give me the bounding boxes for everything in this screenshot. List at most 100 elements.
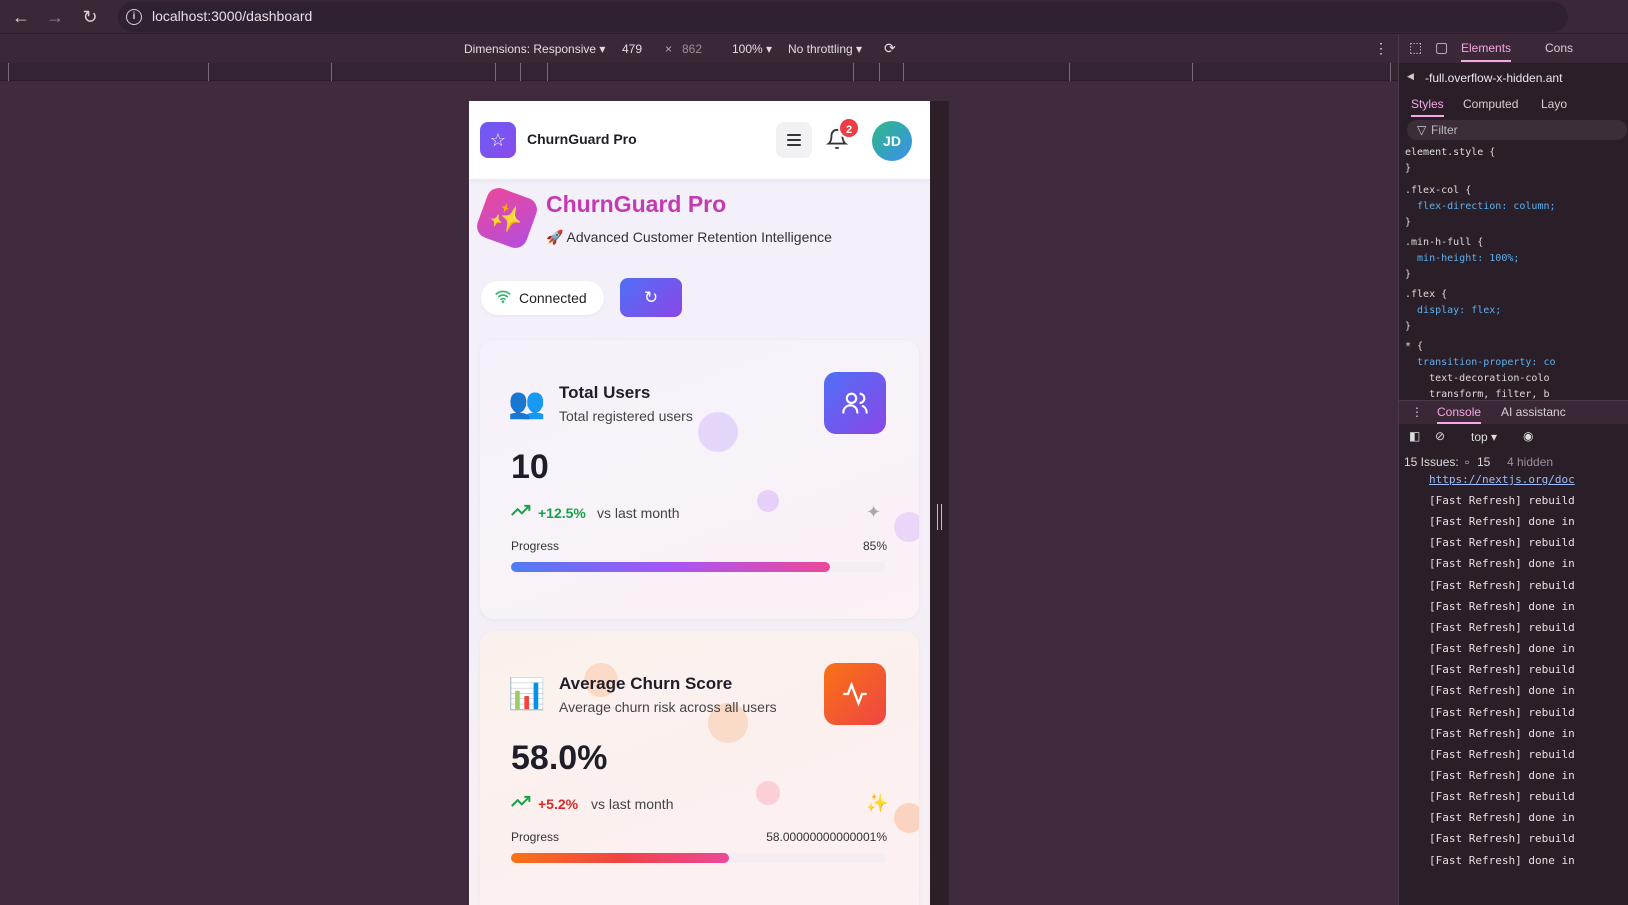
console-line: [Fast Refresh] rebuild <box>1429 620 1575 634</box>
css-rule: .flex { display: flex; } <box>1405 289 1502 332</box>
height-input[interactable]: 862 <box>682 42 702 56</box>
console-line: [Fast Refresh] done in <box>1429 599 1575 613</box>
back-icon[interactable]: ← <box>7 3 35 31</box>
tab-ai-assistance[interactable]: AI assistanc <box>1501 405 1566 419</box>
wifi-icon <box>495 289 511 306</box>
tab-layout[interactable]: Layo <box>1541 97 1567 111</box>
console-line: [Fast Refresh] done in <box>1429 811 1575 825</box>
device-toggle-icon[interactable]: ▢ <box>1435 39 1448 56</box>
issues-icon: ▫ <box>1465 455 1470 469</box>
hero-subtitle: 🚀 Advanced Customer Retention Intelligen… <box>546 229 832 245</box>
menu-button[interactable] <box>776 122 812 158</box>
console-link[interactable]: https://nextjs.org/doc <box>1429 473 1575 486</box>
throttling-dropdown[interactable]: No throttling ▾ <box>788 42 862 56</box>
console-line: [Fast Refresh] done in <box>1429 557 1575 571</box>
sparkles-icon: ✨ <box>473 184 541 252</box>
media-query-ruler <box>0 63 1398 81</box>
card-value: 10 <box>511 448 549 486</box>
progress-track <box>511 853 886 863</box>
console-toolbar: ◧ ⊘ top ▾ ◉ <box>1399 427 1628 449</box>
filter-icon: ▽ <box>1417 123 1427 137</box>
tab-styles[interactable]: Styles <box>1411 97 1444 117</box>
device-viewport: ☆ ChurnGuard Pro 2 JD ✨ ChurnGuard Pro 🚀… <box>469 101 930 905</box>
more-icon[interactable]: ⋮ <box>1411 405 1423 419</box>
console-line: [Fast Refresh] done in <box>1429 684 1575 698</box>
context-selector[interactable]: top ▾ <box>1471 430 1497 444</box>
width-input[interactable]: 479 <box>622 42 642 56</box>
trending-up-icon <box>511 503 531 521</box>
styles-filter-input[interactable]: ▽ Filter <box>1407 120 1627 140</box>
device-toolbar: Dimensions: Responsive ▾ 479 × 862 100% … <box>0 35 1398 63</box>
sparkle-icon: ✦ <box>866 502 882 522</box>
clear-console-icon[interactable]: ⊘ <box>1435 429 1445 443</box>
inspect-icon[interactable]: ⬚ <box>1409 39 1422 56</box>
console-line: [Fast Refresh] done in <box>1429 642 1575 656</box>
tab-console-drawer[interactable]: Console <box>1437 405 1482 424</box>
trend-value: +12.5% <box>538 505 586 521</box>
trend-label: vs last month <box>591 796 674 812</box>
hamburger-icon <box>787 134 801 136</box>
caret-left-icon[interactable]: ◀ <box>1407 71 1414 82</box>
css-rule: element.style { } <box>1405 147 1496 174</box>
avatar[interactable]: JD <box>872 121 912 161</box>
users-icon <box>824 372 886 434</box>
sidebar-toggle-icon[interactable]: ◧ <box>1409 429 1420 443</box>
url-text: localhost:3000/dashboard <box>152 8 313 24</box>
issues-bar[interactable]: 15 Issues: ▫ 15 4 hidden <box>1399 453 1628 471</box>
tab-console[interactable]: Cons <box>1545 41 1573 55</box>
site-info-icon[interactable]: i <box>126 9 142 25</box>
trend-label: vs last month <box>597 505 680 521</box>
console-line: [Fast Refresh] rebuild <box>1429 494 1575 507</box>
elements-breadcrumb[interactable]: ◀ -full.overflow-x-hidden.ant <box>1399 67 1628 89</box>
progress-label: Progress <box>511 830 560 844</box>
more-options-icon[interactable]: ⋮ <box>1374 40 1388 57</box>
zap-icon: ✨ <box>866 793 889 813</box>
chart-emoji: 📊 <box>508 678 546 711</box>
console-line: [Fast Refresh] rebuild <box>1429 747 1575 761</box>
card-title: Total Users <box>559 383 651 402</box>
css-rule: * { transition-property: co text-decorat… <box>1405 341 1556 400</box>
connection-status: Connected <box>481 281 604 315</box>
css-rule: .min-h-full { min-height: 100%; } <box>1405 237 1520 280</box>
console-line: [Fast Refresh] rebuild <box>1429 705 1575 719</box>
console-drawer-tabs: ⋮ Console AI assistanc <box>1399 400 1628 424</box>
console-line: [Fast Refresh] done in <box>1429 768 1575 782</box>
progress-label: Progress <box>511 539 560 553</box>
rotate-icon[interactable]: ⟳ <box>884 40 896 57</box>
card-value: 58.0% <box>511 739 608 777</box>
tab-elements[interactable]: Elements <box>1461 41 1512 62</box>
card-title: Average Churn Score <box>559 674 733 693</box>
console-line: [Fast Refresh] done in <box>1429 726 1575 740</box>
trend-value: +5.2% <box>538 796 579 812</box>
star-logo-icon[interactable]: ☆ <box>480 122 516 158</box>
console-line: [Fast Refresh] rebuild <box>1429 578 1575 592</box>
forward-icon[interactable]: → <box>41 3 69 31</box>
app-header: ☆ ChurnGuard Pro 2 JD <box>469 101 930 179</box>
viewport-gutter <box>930 101 949 905</box>
refresh-icon: ↻ <box>643 288 659 307</box>
css-rule: .flex-col { flex-direction: column; } <box>1405 185 1556 228</box>
connection-label: Connected <box>519 290 587 306</box>
eye-icon[interactable]: ◉ <box>1523 429 1533 443</box>
tab-computed[interactable]: Computed <box>1463 97 1518 111</box>
reload-icon[interactable]: ↻ <box>76 3 104 31</box>
progress-percent: 58.00000000000001% <box>766 830 887 844</box>
card-subtitle: Average churn risk across all users <box>559 699 777 715</box>
issues-count: 15 <box>1477 455 1491 469</box>
times-label: × <box>665 42 673 56</box>
console-line: [Fast Refresh] rebuild <box>1429 663 1575 677</box>
brand-name: ChurnGuard Pro <box>527 131 637 147</box>
console-line: [Fast Refresh] rebuild <box>1429 536 1575 550</box>
console-line: [Fast Refresh] rebuild <box>1429 832 1575 846</box>
resize-handle[interactable] <box>937 504 942 530</box>
refresh-button[interactable]: ↻ <box>620 278 682 317</box>
address-bar[interactable]: i localhost:3000/dashboard <box>118 2 1568 32</box>
zoom-dropdown[interactable]: 100% ▾ <box>732 42 772 56</box>
console-line: [Fast Refresh] done in <box>1429 853 1575 867</box>
styles-subtabs: Styles Computed Layo <box>1399 93 1628 117</box>
progress-track <box>511 562 886 572</box>
notification-badge: 2 <box>838 117 860 139</box>
devtools-panel: ⬚ ▢ Elements Cons ◀ -full.overflow-x-hid… <box>1398 35 1628 905</box>
stat-card-average-churn: 📊 Average Churn Score Average churn risk… <box>480 631 919 905</box>
dimensions-dropdown[interactable]: Dimensions: Responsive ▾ <box>464 42 605 56</box>
